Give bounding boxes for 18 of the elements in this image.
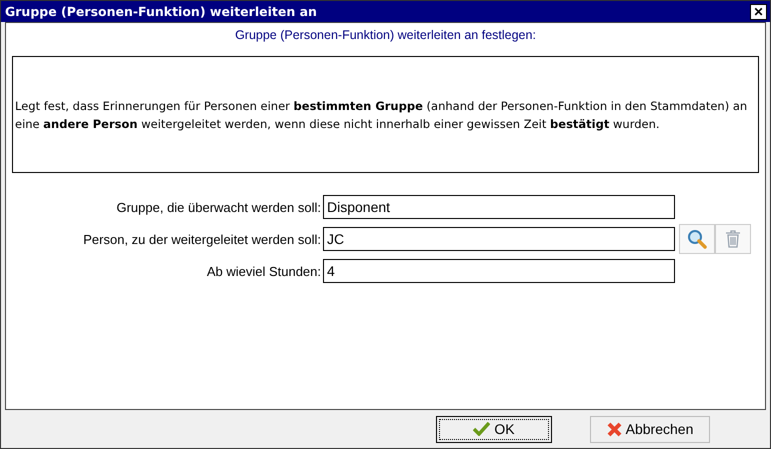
cancel-button[interactable]: Abbrechen <box>590 416 710 442</box>
search-icon <box>687 229 707 249</box>
section-heading: Gruppe (Personen-Funktion) weiterleiten an festlegen: <box>234 28 537 42</box>
field-label: Gruppe, die überwacht werden soll: <box>115 200 322 214</box>
search-button[interactable] <box>679 224 715 254</box>
ok-button[interactable]: OK <box>436 416 552 442</box>
trash-icon <box>725 230 741 248</box>
close-icon <box>606 422 622 436</box>
close-button[interactable]: ✕ <box>750 4 767 20</box>
input-field[interactable]: JC <box>323 227 675 251</box>
input-field[interactable]: Disponent <box>323 195 675 219</box>
field-label: Ab wieviel Stunden: <box>206 264 322 278</box>
input-field[interactable]: 4 <box>323 259 675 283</box>
window-title: Gruppe (Personen-Funktion) weiterleiten an <box>5 4 317 19</box>
field-label: Person, zu der weitergeleitet werden soll: <box>82 232 322 246</box>
description-text: Legt fest, dass Erinnerungen für Personen einer bestimmten Gruppe (anhand der Personen-Funktion in den Stammdaten) an eine andere Person weitergeleitet werden, wenn diese nicht innerhalb einer gewissen Zeit bestätigt wurden. <box>15 98 748 132</box>
delete-button[interactable] <box>715 224 751 254</box>
check-icon <box>473 422 490 436</box>
